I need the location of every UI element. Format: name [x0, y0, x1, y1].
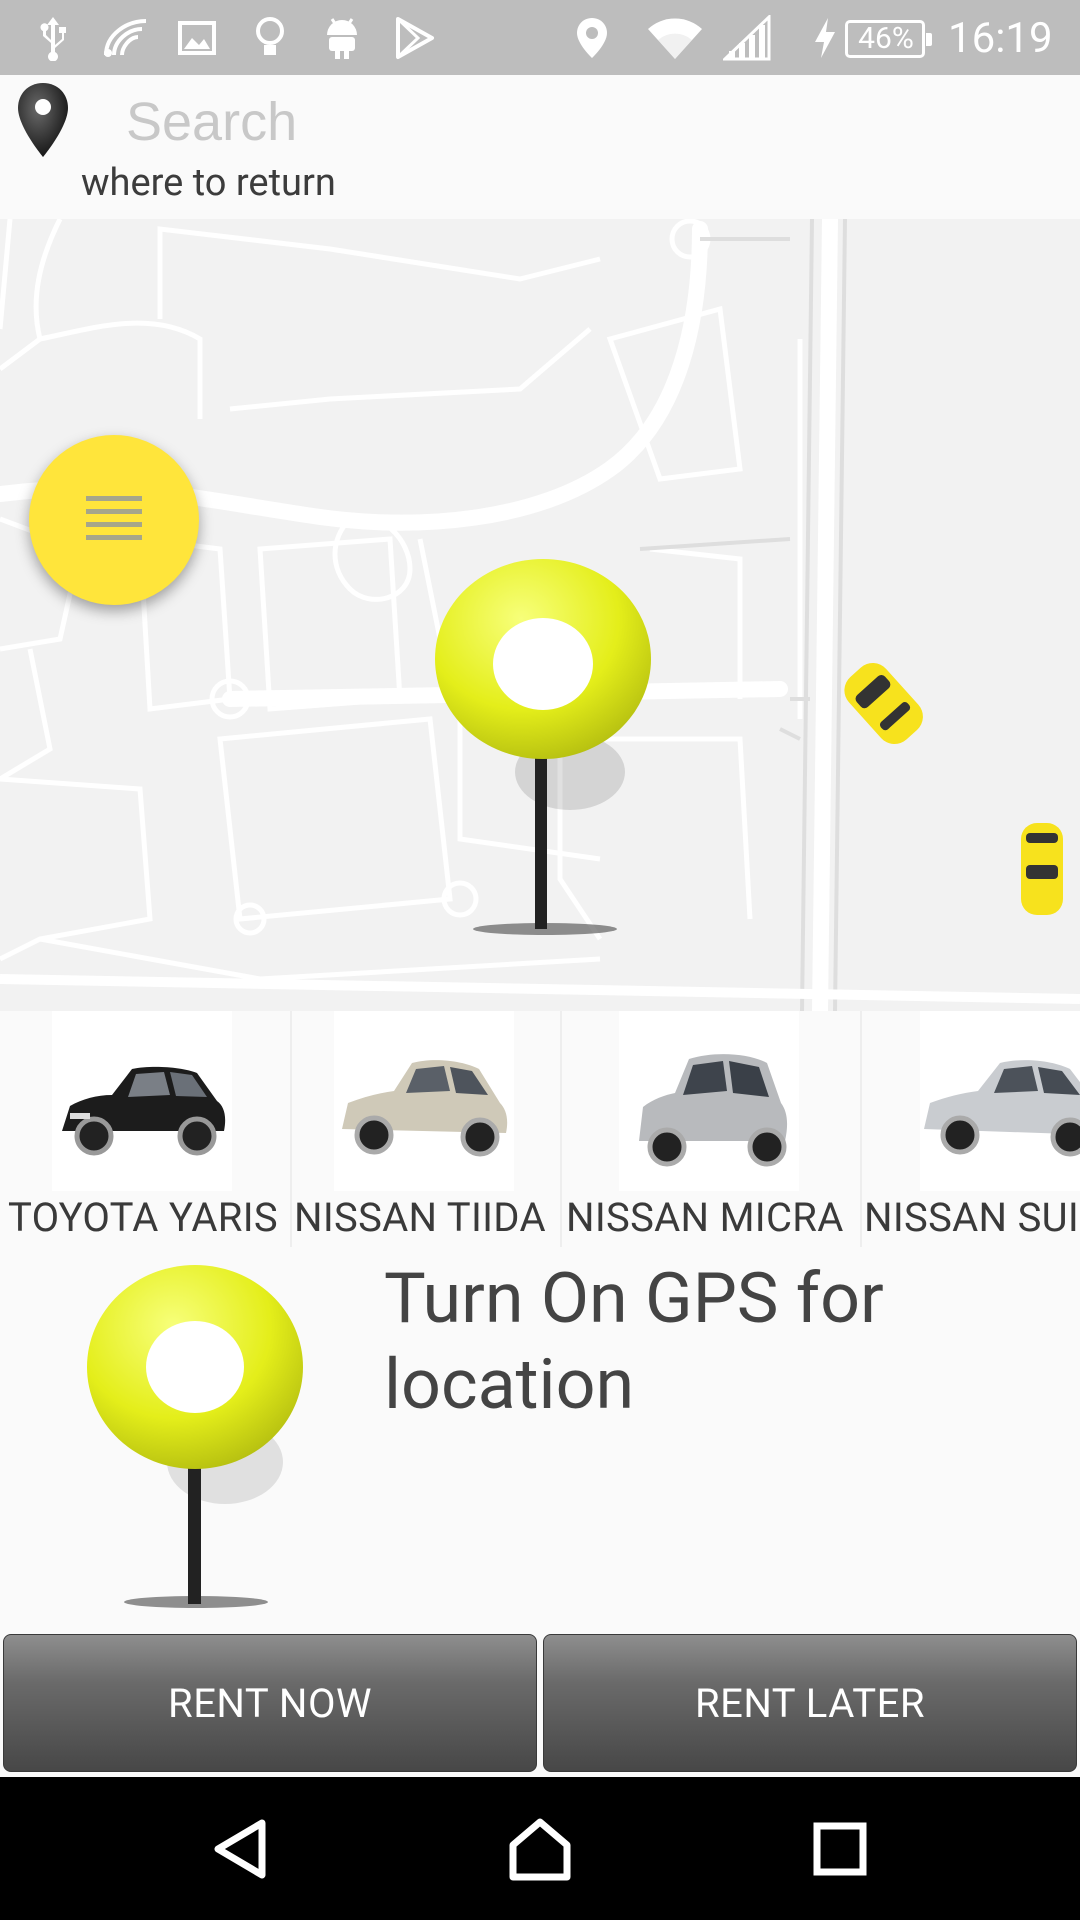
menu-icon	[84, 494, 144, 546]
wifi-icon	[645, 0, 705, 75]
car-carousel[interactable]: TOYOTA YARIS NISSAN TIIDA NISSAN MICRA N…	[0, 1011, 1080, 1247]
battery-percent: 46%	[858, 21, 914, 56]
signal-icon	[722, 0, 772, 75]
car-option-nissan-sunny[interactable]: NISSAN SUI	[862, 1011, 1080, 1247]
search-input[interactable]	[126, 87, 1026, 157]
gps-message: Turn On GPS for location	[384, 1258, 884, 1426]
bulb-icon	[250, 0, 290, 75]
car-name: NISSAN MICRA	[566, 1194, 844, 1241]
carousel-divider	[560, 1011, 562, 1247]
location-icon	[570, 0, 614, 75]
return-location-label: where to return	[81, 161, 336, 205]
play-store-icon	[392, 0, 438, 75]
car-name: NISSAN TIIDA	[294, 1194, 546, 1241]
recents-icon[interactable]	[790, 1777, 890, 1920]
status-time: 16:19	[948, 14, 1053, 63]
android-icon	[320, 0, 364, 75]
location-marker-icon	[15, 81, 71, 165]
carousel-divider	[860, 1011, 862, 1247]
rent-now-button[interactable]: RENT NOW	[3, 1634, 537, 1772]
app-screen: 46% 16:19 where to return	[0, 0, 1080, 1920]
car-image	[619, 1011, 799, 1191]
car-image	[52, 1011, 232, 1191]
taxi-car-icon	[1019, 821, 1065, 921]
status-bar: 46% 16:19	[0, 0, 1080, 75]
car-image	[920, 1011, 1080, 1191]
rent-later-button[interactable]: RENT LATER	[543, 1634, 1077, 1772]
map-view[interactable]	[0, 219, 1080, 1011]
carousel-divider	[290, 1011, 292, 1247]
search-header: where to return	[0, 75, 1080, 219]
navigation-bar	[0, 1777, 1080, 1920]
car-image	[334, 1011, 514, 1191]
back-icon[interactable]	[190, 1777, 290, 1920]
usb-icon	[30, 0, 76, 75]
image-icon	[176, 0, 218, 75]
car-name: TOYOTA YARIS	[8, 1194, 278, 1241]
car-name: NISSAN SUI	[864, 1194, 1080, 1241]
location-pin-icon[interactable]	[430, 559, 670, 943]
home-icon[interactable]	[490, 1777, 590, 1920]
car-option-nissan-micra[interactable]: NISSAN MICRA	[562, 1011, 860, 1247]
car-option-nissan-tiida[interactable]: NISSAN TIIDA	[292, 1011, 560, 1247]
car-option-toyota-yaris[interactable]: TOYOTA YARIS	[0, 1011, 290, 1247]
wifi-calling-icon	[100, 0, 150, 75]
gps-pin-icon	[80, 1262, 360, 1626]
charging-icon	[810, 0, 840, 75]
menu-button[interactable]	[29, 435, 199, 605]
